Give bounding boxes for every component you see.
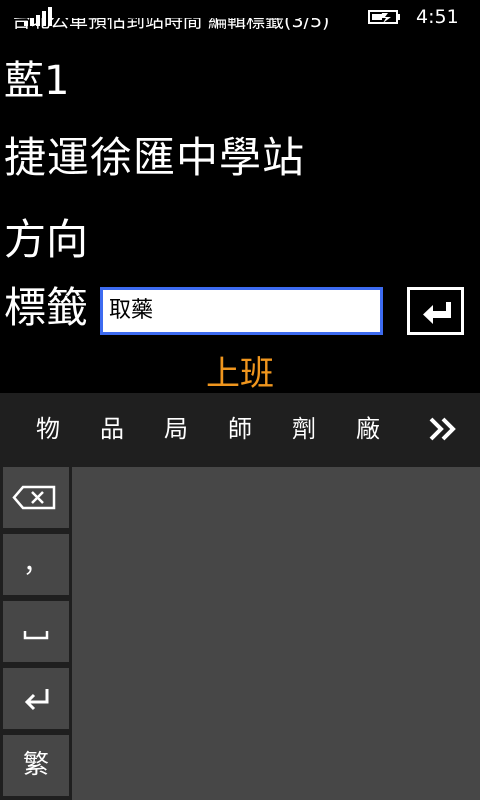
space-key[interactable]: [3, 601, 69, 662]
double-chevron-right-icon[interactable]: [423, 413, 463, 445]
station-name: 捷運徐匯中學站: [4, 133, 306, 182]
enter-arrow-icon: [24, 689, 49, 711]
candidate-item[interactable]: 物: [28, 411, 68, 447]
comma-key[interactable]: ，: [3, 534, 69, 595]
backspace-key[interactable]: [3, 467, 69, 528]
enter-key[interactable]: [3, 668, 69, 729]
direction-label: 方向: [4, 215, 89, 264]
phone-screen: 4:51 台北公車預估到站時間 編輯標籤(3/5) 藍1 捷運徐匯中學站 方向 …: [0, 0, 480, 800]
ime-candidate-bar: 物 品 局 師 劑 廠: [0, 393, 480, 465]
space-icon: [23, 631, 49, 640]
comma-key-label: ，: [22, 549, 49, 579]
page-title: 台北公車預估到站時間 編輯標籤(3/5): [12, 18, 330, 32]
page-title-clipped: 台北公車預估到站時間 編輯標籤(3/5): [0, 18, 480, 33]
tag-input[interactable]: 取藥: [100, 287, 383, 335]
candidate-item[interactable]: 局: [156, 411, 196, 447]
input-mode-label: 繁: [22, 750, 49, 780]
input-mode-key[interactable]: 繁: [3, 735, 69, 796]
tag-suggestion[interactable]: 上班: [0, 352, 480, 396]
candidate-item[interactable]: 廠: [348, 411, 388, 447]
candidate-item[interactable]: 品: [92, 411, 132, 447]
confirm-tag-button[interactable]: [407, 287, 464, 335]
backspace-icon: [12, 485, 56, 510]
tag-label: 標籤: [4, 283, 89, 332]
enter-arrow-icon: [423, 302, 451, 324]
candidate-item[interactable]: 師: [220, 411, 260, 447]
handwriting-area[interactable]: [72, 467, 480, 800]
candidate-item[interactable]: 劑: [284, 411, 324, 447]
route-name: 藍1: [4, 58, 70, 104]
